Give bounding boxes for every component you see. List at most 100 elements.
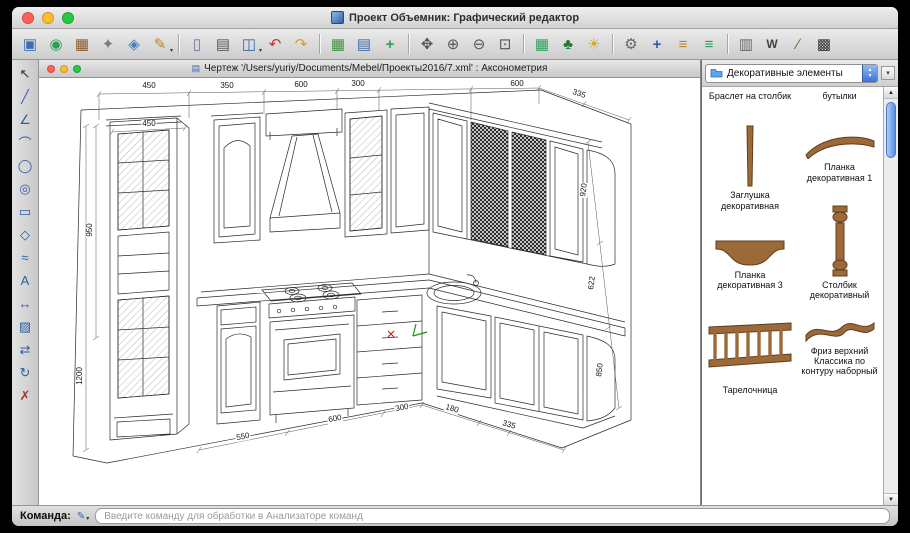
ellipse-tool-icon[interactable]: ◎ [15,179,35,198]
light-icon[interactable]: ☀ [582,32,606,56]
save-icon[interactable]: ◫▾ [237,32,261,56]
mirror-tool-icon[interactable]: ⇄ [15,340,35,359]
doc-zoom-button[interactable] [73,65,81,73]
palette-item[interactable]: Браслет на столбик [709,91,791,101]
zoom-fit-icon[interactable]: ⊡ [493,32,517,56]
calculator-icon[interactable]: ▩ [812,32,836,56]
palette-item[interactable] [707,321,793,371]
lattice-doors [471,122,546,255]
table-icon[interactable]: ▦ [326,32,350,56]
zoom-out-icon[interactable]: ⊖ [467,32,491,56]
text-tool-icon[interactable]: A [15,271,35,290]
palette-item[interactable]: Фриз верхний Классика по контуру наборны… [797,319,882,377]
list-parts-icon[interactable]: ≡ [697,32,721,56]
palette-item[interactable]: Тарелочница [723,385,778,395]
category-dropdown[interactable]: Декоративные элементы ▲ ▼ [705,64,878,83]
command-icon[interactable]: ✎▾ [77,511,89,522]
doc-close-button[interactable] [47,65,55,73]
document-title-area: ▤ Чертеж '/Users/yuriy/Documents/Mebel/П… [39,63,700,74]
select-tool-icon[interactable]: ↖ [15,64,35,83]
line-tool-icon[interactable]: ╱ [15,87,35,106]
palette-item[interactable]: Столбик декоративный [797,205,882,301]
scene-tree-icon[interactable]: ♣ [556,32,580,56]
palette-header: Декоративные элементы ▲ ▼ ▾ [702,60,898,87]
spline-tool-icon[interactable]: ≈ [15,248,35,267]
print-icon[interactable]: ▤ [211,32,235,56]
move-tool-icon[interactable]: ✥ [415,32,439,56]
command-bar: Команда: ✎▾ [12,505,898,526]
pencil-glyph: ✎ [154,35,167,53]
erase-tool-icon[interactable]: ✗ [15,386,35,405]
decorative-elements-panel: Декоративные элементы ▲ ▼ ▾ Браслет на с… [701,60,898,505]
clipboard-icon[interactable]: ▥ [734,32,758,56]
sphere-view-icon[interactable]: ◉ [44,32,68,56]
hatch-tool-icon[interactable]: ▨ [15,317,35,336]
dropdown-stepper[interactable]: ▲ ▼ [862,65,877,82]
fittings-icon[interactable]: ✦ [96,32,120,56]
thumb-plank-icon [804,131,876,159]
new-document-icon[interactable]: ▯ [185,32,209,56]
palette-item[interactable]: Планка декоративная 3 [707,239,793,291]
width-tool-icon[interactable]: W [760,32,784,56]
polyline-tool-icon[interactable]: ∠ [15,110,35,129]
sheet-icon[interactable]: ▤ [352,32,376,56]
palette-scrollbar[interactable]: ▲ ▼ [883,87,898,505]
settings-icon[interactable]: ⚙ [619,32,643,56]
texture-box-icon[interactable]: ▦ [70,32,94,56]
open-project-icon[interactable]: ▣ [18,32,42,56]
thumb-column-icon [830,205,850,277]
palette-item-label: Планка декоративная 1 [797,162,882,183]
document-window: ▤ Чертеж '/Users/yuriy/Documents/Mebel/П… [39,60,701,505]
redo-icon[interactable]: ↷ [289,32,313,56]
thumb-frieze-railing-icon [707,321,793,371]
grid-icon[interactable]: ▦ [530,32,554,56]
circle-tool-icon[interactable]: ◯ [15,156,35,175]
rect-tool-icon[interactable]: ▭ [15,202,35,221]
titlebar: Проект Объемник: Графический редактор [12,7,898,29]
minimize-button[interactable] [42,12,54,24]
axis-marker [413,324,427,336]
export-scene-icon[interactable]: ◈ [122,32,146,56]
scroll-up-button[interactable]: ▲ [884,87,898,99]
palette-item[interactable]: бутылки [822,91,856,101]
add-item-icon[interactable]: + [378,32,402,56]
add-element-icon[interactable]: + [645,32,669,56]
dimension-tool-icon[interactable]: ↔ [15,294,35,313]
close-button[interactable] [22,12,34,24]
dropdown-arrow-icon: ▾ [170,47,173,54]
app-window: Проект Объемник: Графический редактор ▣ … [12,7,898,526]
dimension-label: 450 [141,120,156,128]
palette-items: Браслет на столбик Заглушка декоративная… [702,87,883,505]
palette-item-label: Фриз верхний Классика по контуру наборны… [797,346,882,377]
window-title-area: Проект Объемник: Графический редактор [12,11,898,24]
dimension-label: 300 [350,80,365,88]
measure-icon[interactable]: ∕ [786,32,810,56]
drawing-canvas[interactable]: 450 350 600 300 600 335 450 950 1200 920… [39,78,700,505]
cooktop-burners [277,285,339,313]
undo-icon[interactable]: ↶ [263,32,287,56]
polygon-tool-icon[interactable]: ◇ [15,225,35,244]
palette-item[interactable]: Заглушка декоративная [707,125,793,211]
dimension-label: 600 [293,81,308,89]
arc-tool-icon[interactable]: ⌒ [15,133,35,152]
panel-menu-button[interactable]: ▾ [881,66,895,80]
dimension-label: 1200 [76,366,84,386]
stepper-down-icon: ▼ [868,73,873,79]
dimension-label: 950 [86,222,94,237]
document-title: Чертеж '/Users/yuriy/Documents/Mebel/Про… [204,63,547,74]
list-materials-icon[interactable]: ≡ [671,32,695,56]
palette-item[interactable]: Планка декоративная 1 [797,131,882,183]
drawing-tools-palette: ↖ ╱ ∠ ⌒ ◯ ◎ ▭ ◇ ≈ A ↔ ▨ ⇄ ↻ ✗ [12,60,39,505]
snap-marker [388,331,394,337]
rotate-tool-icon[interactable]: ↻ [15,363,35,382]
zoom-in-icon[interactable]: ⊕ [441,32,465,56]
zoom-button[interactable] [62,12,74,24]
document-icon: ▤ [192,63,201,74]
pencil-edit-icon[interactable]: ✎▾ [148,32,172,56]
command-input[interactable] [95,508,890,524]
scroll-down-button[interactable]: ▼ [884,493,898,505]
dimension-label: 450 [141,82,156,90]
doc-minimize-button[interactable] [60,65,68,73]
thumb-wave-icon [804,319,876,343]
scrollbar-thumb[interactable] [886,102,896,158]
